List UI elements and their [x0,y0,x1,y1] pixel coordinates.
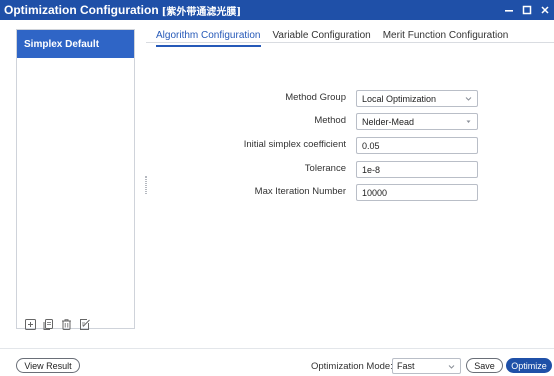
method-group-value: Local Optimization [362,94,437,104]
method-row: Method Nelder-Mead [150,113,554,131]
chevron-down-icon [448,365,455,369]
tab-merit-function-configuration[interactable]: Merit Function Configuration [383,26,509,47]
window-controls [500,0,554,20]
method-value: Nelder-Mead [362,117,415,127]
max-iteration-input[interactable]: 10000 [356,184,478,201]
tab-variable-configuration[interactable]: Variable Configuration [273,26,371,47]
optimization-mode-value: Fast [397,361,415,371]
method-select[interactable]: Nelder-Mead [356,113,478,130]
optimization-mode-select[interactable]: Fast [392,358,461,374]
chevron-down-icon [465,97,472,101]
max-iteration-label: Max Iteration Number [254,186,346,197]
add-icon[interactable] [24,318,37,331]
copy-icon[interactable] [42,318,55,331]
optimize-button[interactable]: Optimize [506,358,552,373]
list-toolbar [24,318,91,331]
method-group-row: Method Group Local Optimization [150,90,554,108]
minimize-icon [505,10,513,12]
tolerance-input[interactable]: 1e-8 [356,161,478,178]
close-icon [541,6,549,14]
simplex-coefficient-input[interactable]: 0.05 [356,137,478,154]
view-result-button[interactable]: View Result [16,358,80,373]
max-iteration-row: Max Iteration Number 10000 [150,184,554,202]
caret-down-icon [466,120,471,123]
configuration-list: Simplex Default [16,29,135,329]
method-group-select[interactable]: Local Optimization [356,90,478,107]
method-group-label: Method Group [285,92,346,103]
title-bar: Optimization Configuration [紫外带通滤光膜] [0,0,554,20]
minimize-button[interactable] [500,0,518,20]
footer-divider [0,348,554,349]
config-tabs: Algorithm Configuration Variable Configu… [156,26,520,47]
close-button[interactable] [536,0,554,20]
window-subtitle: [紫外带通滤光膜] [161,6,242,18]
tolerance-label: Tolerance [304,163,346,174]
simplex-coefficient-label: Initial simplex coefficient [243,139,346,150]
maximize-icon [522,5,532,15]
delete-icon[interactable] [60,318,73,331]
optimization-mode-label: Optimization Mode: [311,361,393,372]
save-button[interactable]: Save [466,358,503,373]
simplex-coefficient-row: Initial simplex coefficient 0.05 [150,137,554,155]
maximize-button[interactable] [518,0,536,20]
tolerance-row: Tolerance 1e-8 [150,161,554,179]
edit-icon[interactable] [78,318,91,331]
tab-algorithm-configuration[interactable]: Algorithm Configuration [156,26,261,47]
list-item-simplex-default[interactable]: Simplex Default [17,30,134,58]
tab-divider [146,42,554,43]
panel-splitter[interactable] [145,176,147,194]
window-title: Optimization Configuration [4,3,159,17]
list-item-label: Simplex Default [24,38,100,50]
method-label: Method [314,115,346,126]
